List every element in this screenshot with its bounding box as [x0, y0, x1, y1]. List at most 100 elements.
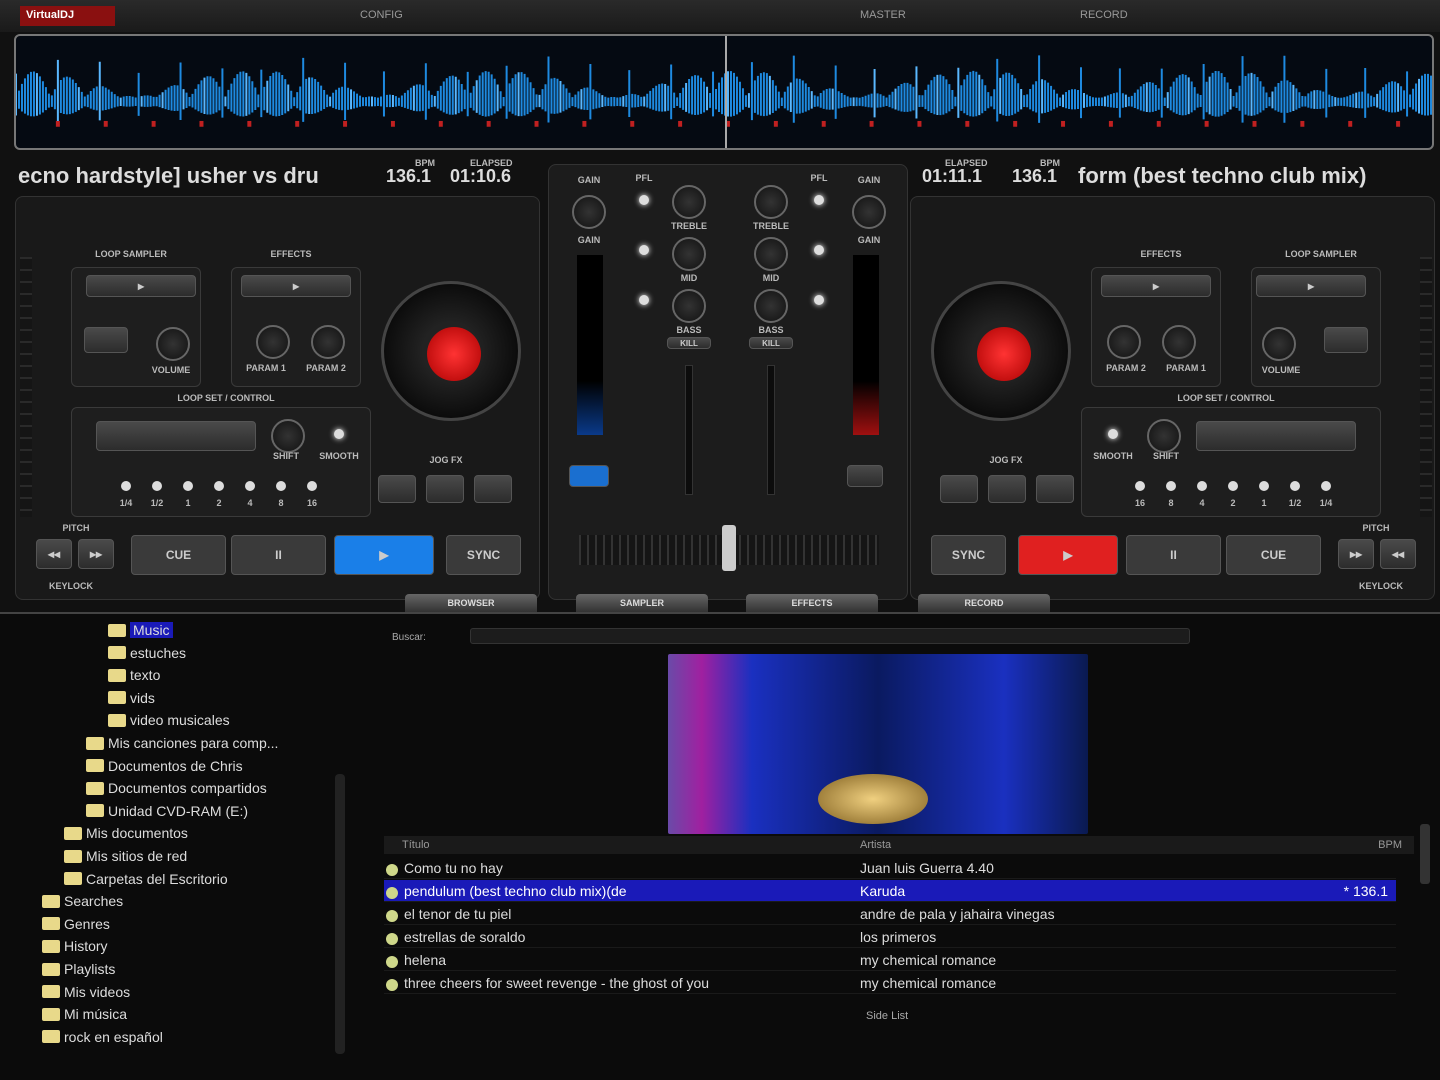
loop-length-button[interactable] [1166, 481, 1176, 491]
param1-knob[interactable] [256, 325, 290, 359]
right-eq-kill-led[interactable] [814, 295, 824, 305]
tab-effects[interactable]: EFFECTS [746, 594, 878, 612]
search-input[interactable] [470, 628, 1190, 644]
play-button[interactable]: ▶ [334, 535, 434, 575]
folder-tree-item[interactable]: Mis documentos [64, 825, 188, 841]
track-row[interactable]: estrellas de soraldo los primeros [384, 926, 1396, 948]
folder-tree-item[interactable]: vids [108, 690, 155, 706]
jog-play-button[interactable] [988, 475, 1026, 503]
master-button[interactable]: MASTER [860, 9, 906, 21]
folder-tree-item[interactable]: Mis videos [42, 984, 130, 1000]
pause-button[interactable]: II [1126, 535, 1221, 575]
left-bass-knob[interactable] [672, 289, 706, 323]
track-row[interactable]: Como tu no hay Juan luis Guerra 4.40 [384, 857, 1396, 879]
pitch-down-button[interactable]: ◂◂ [36, 539, 72, 569]
left-volume-fader[interactable] [685, 365, 693, 495]
column-artist[interactable]: Artista [860, 839, 1344, 851]
left-eq-kill-led[interactable] [639, 195, 649, 205]
left-eq-kill-led[interactable] [639, 245, 649, 255]
loop-length-button[interactable] [152, 481, 162, 491]
loop-length-button[interactable] [1321, 481, 1331, 491]
sampler-select[interactable]: ▸ [86, 275, 196, 297]
right-eq-kill-led[interactable] [814, 195, 824, 205]
folder-tree-item[interactable]: Documentos compartidos [86, 780, 267, 796]
folder-tree-item[interactable]: History [42, 938, 108, 954]
folder-tree-item[interactable]: Unidad CVD-RAM (E:) [86, 803, 248, 819]
effect-select[interactable]: ▸ [241, 275, 351, 297]
loop-length-button[interactable] [1197, 481, 1207, 491]
tab-browser[interactable]: BROWSER [405, 594, 537, 612]
folder-tree-item[interactable]: video musicales [108, 712, 230, 728]
list-scrollbar[interactable] [1420, 824, 1430, 884]
right-cue-listen-button[interactable] [847, 465, 883, 487]
jog-next-button[interactable] [940, 475, 978, 503]
folder-tree-item[interactable]: Mi música [42, 1006, 127, 1022]
right-kill-button[interactable]: KILL [749, 337, 793, 349]
crossfader-handle[interactable] [722, 525, 736, 571]
tab-sampler[interactable]: SAMPLER [576, 594, 708, 612]
sync-button[interactable]: SYNC [446, 535, 521, 575]
cue-button[interactable]: CUE [131, 535, 226, 575]
pitch-down-button[interactable]: ◂◂ [1380, 539, 1416, 569]
folder-tree-item[interactable]: Mis canciones para comp... [86, 735, 278, 751]
left-eq-kill-led[interactable] [639, 295, 649, 305]
right-volume-fader[interactable] [767, 365, 775, 495]
pitch-up-button[interactable]: ▸▸ [78, 539, 114, 569]
keylock-button[interactable]: KEYLOCK [1336, 581, 1426, 591]
tree-scrollbar[interactable] [335, 774, 345, 1054]
jog-next-button[interactable] [474, 475, 512, 503]
volume-knob[interactable] [156, 327, 190, 361]
param2-knob[interactable] [1107, 325, 1141, 359]
volume-knob[interactable] [1262, 327, 1296, 361]
pitch-slider[interactable] [1420, 257, 1432, 517]
left-gain-knob[interactable] [572, 195, 606, 229]
folder-tree-item[interactable]: rock en español [42, 1029, 163, 1045]
sampler-play-button[interactable] [1324, 327, 1368, 353]
loop-length-button[interactable] [1290, 481, 1300, 491]
loop-length-button[interactable] [307, 481, 317, 491]
loop-length-button[interactable] [121, 481, 131, 491]
folder-tree-item[interactable]: Music [108, 622, 173, 638]
loop-display[interactable] [96, 421, 256, 451]
track-row[interactable]: el tenor de tu piel andre de pala y jahai… [384, 903, 1396, 925]
side-list-button[interactable]: Side List [866, 1010, 908, 1022]
cue-button[interactable]: CUE [1226, 535, 1321, 575]
param1-knob[interactable] [1162, 325, 1196, 359]
shift-knob[interactable] [1147, 419, 1181, 453]
effect-select[interactable]: ▸ [1101, 275, 1211, 297]
loop-length-button[interactable] [183, 481, 193, 491]
smooth-led[interactable] [1108, 429, 1118, 439]
track-row[interactable]: pendulum (best techno club mix)(de Karuda… [384, 880, 1396, 902]
folder-tree-item[interactable]: Carpetas del Escritorio [64, 871, 228, 887]
jog-prev-button[interactable] [1036, 475, 1074, 503]
left-kill-button[interactable]: KILL [667, 337, 711, 349]
pause-button[interactable]: II [231, 535, 326, 575]
left-mid-knob[interactable] [672, 237, 706, 271]
right-gain-knob[interactable] [852, 195, 886, 229]
column-bpm[interactable]: BPM [1344, 839, 1414, 851]
folder-tree-item[interactable]: texto [108, 667, 160, 683]
smooth-led[interactable] [334, 429, 344, 439]
jog-prev-button[interactable] [378, 475, 416, 503]
right-mid-knob[interactable] [754, 237, 788, 271]
rhythm-waveform[interactable] [14, 34, 1434, 150]
right-treble-knob[interactable] [754, 185, 788, 219]
jog-wheel[interactable] [381, 281, 521, 421]
pitch-slider[interactable] [20, 257, 32, 517]
folder-tree-item[interactable]: Mis sitios de red [64, 848, 187, 864]
right-bass-knob[interactable] [754, 289, 788, 323]
folder-tree-item[interactable]: Documentos de Chris [86, 758, 243, 774]
jog-play-button[interactable] [426, 475, 464, 503]
loop-length-button[interactable] [276, 481, 286, 491]
folder-tree-item[interactable]: Genres [42, 916, 110, 932]
sampler-select[interactable]: ▸ [1256, 275, 1366, 297]
loop-length-button[interactable] [1259, 481, 1269, 491]
param2-knob[interactable] [311, 325, 345, 359]
config-button[interactable]: CONFIG [360, 9, 403, 21]
left-cue-listen-button[interactable] [569, 465, 609, 487]
loop-length-button[interactable] [245, 481, 255, 491]
pitch-up-button[interactable]: ▸▸ [1338, 539, 1374, 569]
folder-tree-item[interactable]: Searches [42, 893, 123, 909]
jog-wheel[interactable] [931, 281, 1071, 421]
keylock-button[interactable]: KEYLOCK [26, 581, 116, 591]
